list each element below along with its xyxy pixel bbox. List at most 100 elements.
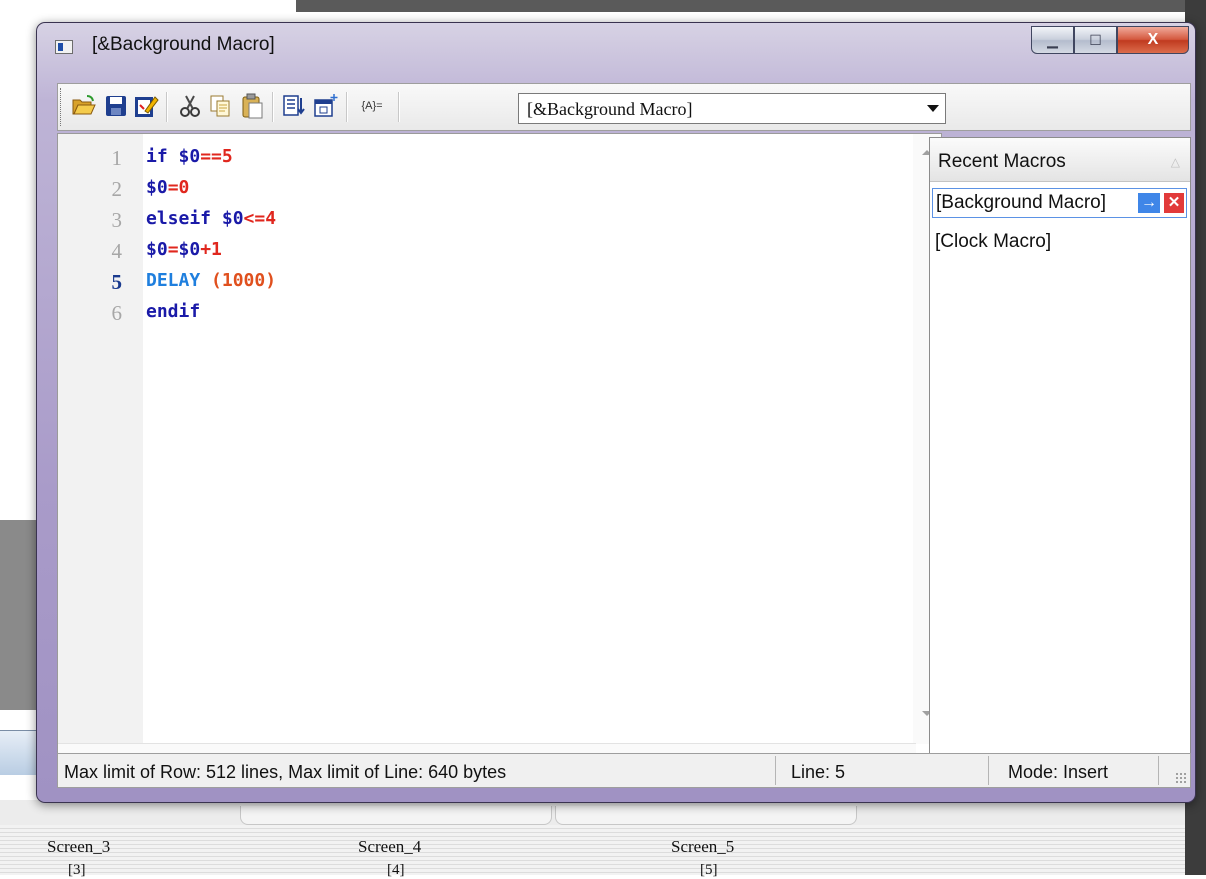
status-mode: Mode: Insert bbox=[1008, 762, 1109, 782]
maximize-button[interactable]: ☐ bbox=[1074, 26, 1117, 54]
sort-icon[interactable]: △ bbox=[1171, 155, 1180, 169]
cut-icon bbox=[180, 95, 200, 117]
line-number: 5 bbox=[111, 270, 123, 294]
insert-window-icon bbox=[314, 94, 338, 117]
code-line[interactable]: 2 $0=0 bbox=[58, 177, 878, 204]
toolbar-separator bbox=[272, 92, 274, 122]
copy-button[interactable] bbox=[206, 92, 234, 120]
code-token: endif bbox=[146, 301, 201, 322]
code-text: elseif $0<=4 bbox=[146, 208, 276, 229]
screen-number: [3] bbox=[68, 862, 86, 878]
background-tab bbox=[555, 806, 857, 825]
background-app-screen-list bbox=[0, 825, 1185, 875]
variables-icon: {A}= bbox=[361, 100, 383, 112]
toolbar-grip[interactable] bbox=[60, 88, 64, 126]
code-token: (1000) bbox=[211, 270, 277, 291]
open-button[interactable] bbox=[70, 92, 98, 120]
minimize-icon: ▁ bbox=[1047, 31, 1058, 48]
toolbar-separator bbox=[166, 92, 168, 122]
code-text: if $0==5 bbox=[146, 146, 233, 167]
variables-button[interactable]: {A}= bbox=[354, 92, 390, 120]
code-token: $0 bbox=[146, 177, 168, 198]
close-button[interactable]: X bbox=[1117, 26, 1189, 54]
window-app-icon[interactable] bbox=[55, 40, 73, 54]
remove-macro-icon[interactable]: ✕ bbox=[1164, 193, 1184, 213]
code-token: +1 bbox=[200, 239, 222, 260]
recent-macros-header[interactable]: Recent Macros △ bbox=[930, 138, 1190, 182]
code-token: DELAY bbox=[146, 270, 212, 291]
code-token: ==5 bbox=[200, 146, 233, 167]
recent-macro-label: [Background Macro] bbox=[936, 192, 1107, 213]
save-button[interactable] bbox=[102, 92, 130, 120]
code-text: DELAY (1000) bbox=[146, 270, 276, 291]
recent-macros-title: Recent Macros bbox=[938, 151, 1066, 172]
code-text: $0=$0+1 bbox=[146, 239, 222, 260]
code-token: if bbox=[146, 146, 179, 167]
macro-editor-window: [&Background Macro] ▁ ☐ X {A}= [&Backgro… bbox=[36, 22, 1196, 803]
open-folder-icon bbox=[72, 95, 96, 115]
code-line[interactable]: 3 elseif $0<=4 bbox=[58, 208, 878, 235]
line-number: 4 bbox=[111, 239, 123, 263]
code-token: =0 bbox=[167, 177, 190, 198]
resize-grip[interactable] bbox=[1175, 772, 1187, 784]
code-text: endif bbox=[146, 301, 200, 322]
code-line[interactable]: 6 endif bbox=[58, 301, 878, 328]
screen-label[interactable]: Screen_4 bbox=[358, 837, 421, 857]
code-token: elseif bbox=[146, 208, 222, 229]
open-macro-arrow-icon[interactable]: → bbox=[1138, 193, 1160, 213]
recent-macro-item[interactable]: [Background Macro] → ✕ bbox=[932, 188, 1187, 218]
status-separator bbox=[775, 756, 776, 785]
recent-macros-panel: Recent Macros △ [Background Macro] → ✕ [… bbox=[929, 137, 1191, 754]
code-editor[interactable]: 1 if $0==5 2 $0=0 3 elseif $0<=4 4 $0=$0+1 5 DELA… bbox=[57, 133, 942, 773]
code-token: $0 bbox=[178, 239, 201, 260]
status-bar: Max limit of Row: 512 lines, Max limit o… bbox=[57, 753, 1191, 788]
close-icon: X bbox=[1147, 31, 1159, 48]
toolbar: {A}= [&Background Macro] bbox=[57, 83, 1191, 131]
edit-icon bbox=[135, 96, 159, 117]
code-token: = bbox=[167, 239, 179, 260]
background-app-top-bar bbox=[296, 0, 1185, 12]
code-line[interactable]: 5 DELAY (1000) bbox=[58, 270, 878, 297]
minimize-button[interactable]: ▁ bbox=[1031, 26, 1074, 54]
recent-macro-item[interactable]: [Clock Macro] bbox=[932, 228, 1187, 258]
edit-button[interactable] bbox=[132, 92, 160, 120]
cut-button[interactable] bbox=[176, 92, 204, 120]
background-tab bbox=[240, 806, 552, 825]
code-line[interactable]: 4 $0=$0+1 bbox=[58, 239, 878, 266]
save-icon bbox=[106, 96, 126, 116]
insert-list-button[interactable] bbox=[280, 92, 308, 120]
status-separator bbox=[988, 756, 989, 785]
code-token: $0 bbox=[178, 146, 201, 167]
chevron-down-icon bbox=[927, 105, 939, 112]
line-number: 2 bbox=[111, 177, 123, 201]
line-number: 6 bbox=[111, 301, 123, 325]
code-line[interactable]: 1 if $0==5 bbox=[58, 146, 878, 173]
line-number: 1 bbox=[111, 146, 123, 170]
screen-label[interactable]: Screen_5 bbox=[671, 837, 734, 857]
paste-button[interactable] bbox=[238, 92, 266, 120]
code-text: $0=0 bbox=[146, 177, 189, 198]
caption-buttons: ▁ ☐ X bbox=[1031, 26, 1189, 56]
recent-macro-label: [Clock Macro] bbox=[935, 231, 1052, 252]
status-limits: Max limit of Row: 512 lines, Max limit o… bbox=[64, 762, 507, 782]
window-title: [&Background Macro] bbox=[92, 34, 275, 55]
macro-select-value: [&Background Macro] bbox=[527, 99, 693, 119]
paste-icon bbox=[242, 93, 263, 119]
toolbar-separator bbox=[398, 92, 400, 122]
code-token: $0 bbox=[221, 208, 244, 229]
toolbar-separator bbox=[346, 92, 348, 122]
code-token: <=4 bbox=[243, 208, 277, 229]
status-separator bbox=[1158, 756, 1159, 785]
background-app-left-dark-area bbox=[0, 520, 40, 710]
maximize-icon: ☐ bbox=[1089, 31, 1102, 48]
insert-window-button[interactable] bbox=[312, 92, 340, 120]
background-app-left-tab bbox=[0, 730, 40, 775]
screen-number: [5] bbox=[700, 862, 718, 878]
insert-list-icon bbox=[283, 95, 305, 116]
screen-label[interactable]: Screen_3 bbox=[47, 837, 110, 857]
macro-select-dropdown[interactable]: [&Background Macro] bbox=[518, 93, 946, 124]
line-number: 3 bbox=[111, 208, 123, 232]
code-token: $0 bbox=[146, 239, 168, 260]
copy-icon bbox=[210, 95, 230, 117]
status-line: Line: 5 bbox=[791, 762, 846, 782]
